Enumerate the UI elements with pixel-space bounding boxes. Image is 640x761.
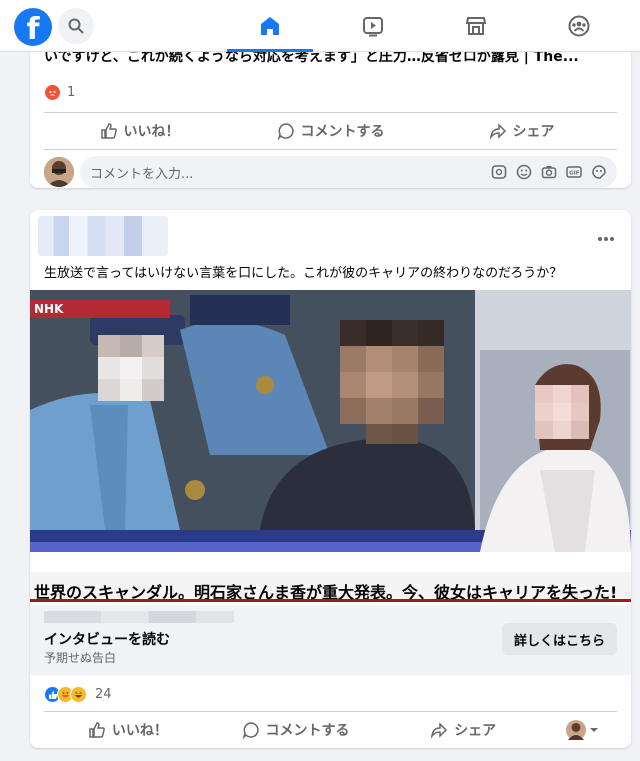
post-actions: いいね！ コメントする シェア (44, 712, 617, 748)
pixelated-face (98, 335, 164, 401)
share-button[interactable]: シェア (426, 113, 617, 149)
link-subtitle: 予期せぬ告白 (44, 651, 117, 665)
gif-icon[interactable]: GIF (566, 164, 582, 180)
post-actions: いいね！ コメントする シェア (44, 113, 617, 149)
video-icon (363, 17, 383, 37)
share-icon (431, 722, 448, 739)
svg-text:NHK: NHK (34, 302, 64, 316)
comment-button[interactable]: コメントする (212, 712, 380, 748)
blurred-link-domain (44, 611, 234, 623)
thumbs-up-icon (100, 123, 117, 139)
comment-icon (277, 123, 294, 140)
post-text: 生放送で言ってはいけない言葉を口にした。これが彼のキャリアの終わりなのだろうか？ (44, 266, 563, 281)
react-as-selector[interactable] (547, 712, 617, 748)
top-nav: f (0, 0, 640, 52)
tab-groups[interactable] (534, 0, 624, 52)
like-button[interactable]: いいね！ (44, 113, 235, 149)
post-card-previous: いですけど、これが続くようなら対応を考えます」と圧力…反省ゼロが露見 | The… (30, 40, 631, 188)
reaction-summary[interactable]: 1 (44, 84, 75, 101)
caret-down-icon (589, 728, 598, 732)
blurred-author-name[interactable] (38, 216, 168, 256)
post-card: 生放送で言ってはいけない言葉を口にした。これが彼のキャリアの終わりなのだろうか？ (30, 210, 631, 748)
share-button[interactable]: シェア (379, 712, 547, 748)
groups-icon (568, 15, 590, 37)
sticker-icon[interactable] (591, 164, 607, 180)
more-dots-icon (598, 237, 614, 241)
comment-icon (242, 722, 259, 739)
avatar[interactable] (44, 157, 74, 187)
haha-reaction-icon (70, 686, 87, 703)
reaction-summary[interactable]: 24 (44, 686, 112, 703)
home-icon (261, 17, 279, 35)
like-button[interactable]: いいね！ (44, 712, 212, 748)
tab-marketplace[interactable] (431, 0, 521, 52)
comment-button[interactable]: コメントする (235, 113, 426, 149)
comment-tools: GIF (491, 164, 607, 180)
reaction-count: 24 (95, 687, 112, 702)
more-options-button[interactable] (597, 226, 615, 247)
avatar-sticker-icon[interactable] (491, 164, 507, 180)
learn-more-button[interactable]: 詳しくはこちら (501, 623, 617, 655)
comment-input[interactable]: コメントを入力... GIF (80, 156, 617, 188)
facebook-logo[interactable]: f (14, 8, 52, 46)
marketplace-icon (465, 17, 487, 35)
search-icon (68, 18, 84, 34)
link-title: インタビューを読む (44, 632, 170, 648)
tab-video[interactable] (328, 0, 418, 52)
pixelated-face (535, 385, 589, 439)
link-preview[interactable]: インタビューを読む 予期せぬ告白 詳しくはこちら (30, 605, 631, 675)
tab-home[interactable] (225, 0, 315, 52)
svg-text:GIF: GIF (569, 171, 580, 177)
news-broadcast-image: NHK (30, 290, 631, 552)
reaction-count: 1 (67, 85, 76, 100)
angry-reaction-icon (44, 84, 61, 101)
thumbs-up-icon (89, 722, 105, 738)
share-icon (489, 123, 506, 140)
divider (44, 149, 617, 150)
avatar (565, 720, 586, 740)
post-image[interactable]: NHK (30, 290, 631, 552)
camera-icon[interactable] (541, 164, 557, 180)
image-headline: 世界のスキャンダル。明石家さんま香が重大発表。今、彼女はキャリアを失った! (30, 572, 631, 602)
search-button[interactable] (58, 8, 94, 44)
emoji-icon[interactable] (516, 164, 532, 180)
